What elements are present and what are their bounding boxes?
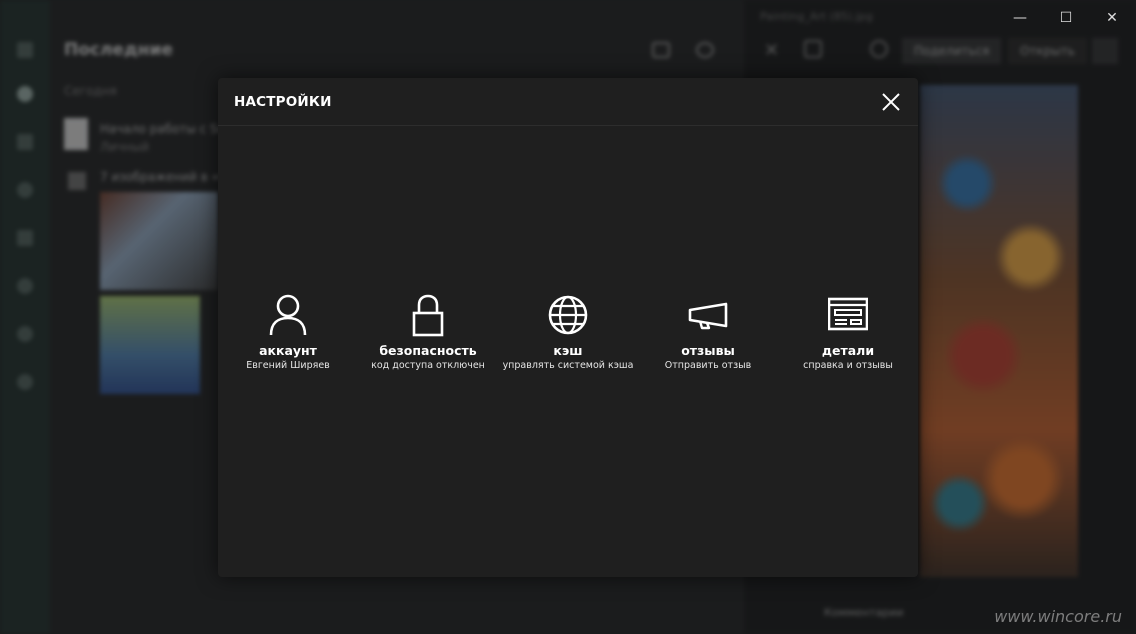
option-subtitle: Отправить отзыв	[664, 360, 752, 371]
option-subtitle: справка и отзывы	[803, 360, 893, 371]
close-icon	[882, 93, 900, 111]
chart-icon[interactable]	[17, 230, 33, 246]
microphone-icon[interactable]	[17, 278, 33, 294]
more-button[interactable]	[1092, 38, 1118, 64]
app-window: Последние Сегодня Начало работы с Sway Л…	[0, 0, 1136, 634]
close-viewer-icon[interactable]: ✕	[764, 40, 782, 61]
option-cache[interactable]: кэш управлять системой кэша	[498, 291, 638, 381]
nav-rail	[0, 0, 50, 634]
dialog-title: НАСТРОЙКИ	[234, 94, 332, 110]
comments-button[interactable]: Комментарии	[824, 606, 904, 619]
option-subtitle: Евгений Ширяев	[246, 360, 330, 371]
option-label: безопасность	[379, 343, 477, 358]
section-label: Сегодня	[64, 84, 117, 98]
details-icon	[828, 297, 868, 331]
option-label: кэш	[553, 343, 583, 358]
person-icon	[269, 294, 307, 336]
lock-icon	[412, 294, 444, 337]
megaphone-icon	[688, 302, 728, 330]
image-thumbnail[interactable]	[100, 192, 218, 290]
refresh-icon[interactable]	[696, 42, 714, 58]
option-subtitle: управлять системой кэша	[502, 360, 634, 371]
dialog-header: НАСТРОЙКИ	[218, 78, 918, 126]
menu-icon[interactable]	[17, 42, 33, 58]
document-thumbnail	[64, 118, 88, 150]
option-feedback[interactable]: отзывы Отправить отзыв	[638, 291, 778, 381]
viewer-title: Painting_Art (85).jpg	[760, 10, 873, 23]
star-icon[interactable]	[17, 182, 33, 198]
settings-icon[interactable]	[17, 374, 33, 390]
open-button[interactable]: Открыть	[1008, 38, 1087, 64]
pane-title: Последние	[64, 40, 173, 60]
close-window-button[interactable]: ✕	[1089, 8, 1135, 28]
list-item-subtitle: Личный	[100, 140, 150, 154]
minimize-button[interactable]: —	[997, 8, 1043, 28]
painting-image	[920, 85, 1078, 577]
edit-icon[interactable]	[652, 42, 670, 58]
folder-icon[interactable]	[17, 134, 33, 150]
watermark: www.wincore.ru	[994, 607, 1122, 626]
option-label: детали	[821, 343, 875, 358]
option-account[interactable]: аккаунт Евгений Ширяев	[218, 291, 358, 381]
copy-icon[interactable]	[804, 40, 822, 58]
recent-icon[interactable]	[17, 86, 33, 102]
option-label: отзывы	[681, 343, 735, 358]
image-thumbnail[interactable]	[100, 296, 200, 394]
share-button[interactable]: Поделиться	[902, 38, 1002, 64]
option-subtitle: код доступа отключен	[371, 360, 485, 371]
globe-icon	[548, 295, 588, 335]
option-label: аккаунт	[259, 343, 317, 358]
close-dialog-button[interactable]	[874, 88, 908, 116]
pen-icon[interactable]	[870, 40, 888, 58]
settings-dialog: НАСТРОЙКИ аккаунт Евгений Ширяев безопас…	[218, 78, 918, 577]
option-details[interactable]: детали справка и отзывы	[778, 291, 918, 381]
maximize-button[interactable]: ☐	[1043, 8, 1089, 28]
image-icon	[68, 172, 86, 190]
bell-icon[interactable]	[17, 326, 33, 342]
option-security[interactable]: безопасность код доступа отключен	[358, 291, 498, 381]
